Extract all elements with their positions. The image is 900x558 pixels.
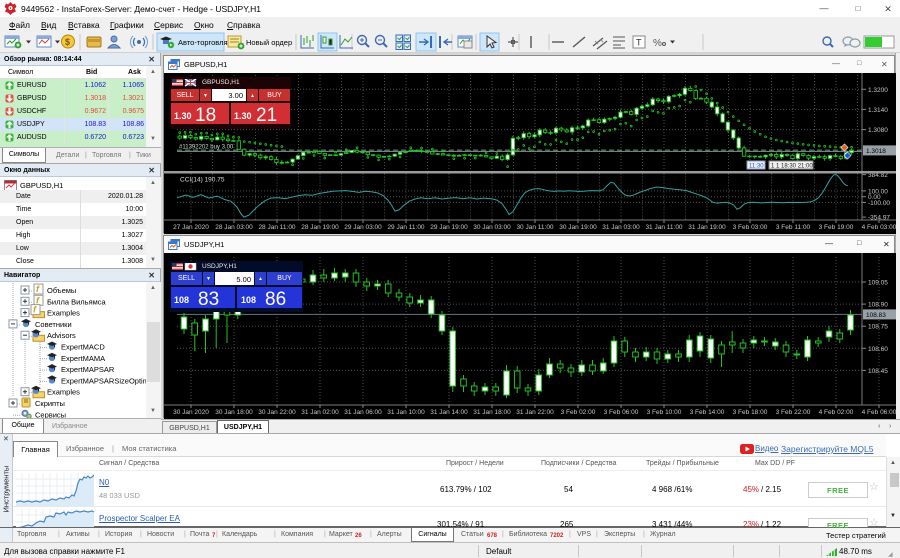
svg-text:-354.97: -354.97 xyxy=(868,215,890,222)
svg-text:109.05: 109.05 xyxy=(868,280,888,287)
svg-text:T: T xyxy=(636,38,642,48)
svg-text:30 Jan 2020: 30 Jan 2020 xyxy=(173,409,209,416)
svg-text:30 Jan 18:00: 30 Jan 18:00 xyxy=(215,409,253,416)
svg-text:4 Feb 02:00: 4 Feb 02:00 xyxy=(819,409,854,416)
svg-text:3 Feb 10:00: 3 Feb 10:00 xyxy=(647,409,682,416)
svg-text:Новый ордер: Новый ордер xyxy=(246,38,292,47)
svg-text:108.45: 108.45 xyxy=(868,368,888,375)
svg-text:3 Feb 02:00: 3 Feb 02:00 xyxy=(561,409,596,416)
svg-text:29 Jan 19:00: 29 Jan 19:00 xyxy=(430,224,468,231)
svg-text:29 Jan 03:00: 29 Jan 03:00 xyxy=(344,224,382,231)
svg-text:Авто-торговля: Авто-торговля xyxy=(178,38,228,47)
svg-text:Советники: Советники xyxy=(35,320,72,329)
svg-text:Advisors: Advisors xyxy=(47,331,76,340)
svg-text:Скрипты: Скрипты xyxy=(35,399,65,408)
svg-text:ExpertMAPSAR: ExpertMAPSAR xyxy=(61,365,115,374)
svg-text:11:30: 11:30 xyxy=(749,164,764,170)
svg-text:1 1 18:30 21:00: 1 1 18:30 21:00 xyxy=(771,164,813,170)
svg-text:3 Feb 18:00: 3 Feb 18:00 xyxy=(733,409,768,416)
svg-text:30 Jan 22:00: 30 Jan 22:00 xyxy=(258,409,296,416)
svg-text:31 Jan 06:00: 31 Jan 06:00 xyxy=(344,409,382,416)
svg-text:Examples: Examples xyxy=(47,309,80,318)
svg-text:Билла Вильямса: Билла Вильямса xyxy=(47,297,107,306)
svg-text:28 Jan 11:00: 28 Jan 11:00 xyxy=(258,224,295,231)
svg-text:30 Jan 03:00: 30 Jan 03:00 xyxy=(473,224,511,231)
svg-text:31 Jan 22:00: 31 Jan 22:00 xyxy=(516,409,554,416)
svg-text:31 Jan 10:00: 31 Jan 10:00 xyxy=(387,409,425,416)
svg-text:3 Feb 14:00: 3 Feb 14:00 xyxy=(690,409,725,416)
svg-text:31 Jan 02:00: 31 Jan 02:00 xyxy=(301,409,339,416)
svg-text:3 Feb 19:00: 3 Feb 19:00 xyxy=(819,224,854,231)
svg-text:29 Jan 11:00: 29 Jan 11:00 xyxy=(387,224,424,231)
svg-text:1.3140: 1.3140 xyxy=(868,107,888,114)
svg-text:108.83: 108.83 xyxy=(866,312,886,319)
svg-text:31 Jan 14:00: 31 Jan 14:00 xyxy=(430,409,468,416)
svg-text:ExpertMACD: ExpertMACD xyxy=(61,343,105,352)
svg-text:Examples: Examples xyxy=(47,388,80,397)
svg-text:3 Feb 03:00: 3 Feb 03:00 xyxy=(733,224,768,231)
svg-text:3 Feb 22:00: 3 Feb 22:00 xyxy=(776,409,811,416)
svg-text:3 Feb 11:00: 3 Feb 11:00 xyxy=(776,224,811,231)
svg-text:Объемы: Объемы xyxy=(47,286,76,295)
svg-text:27 Jan 2020: 27 Jan 2020 xyxy=(173,224,209,231)
svg-text:31 Jan 11:00: 31 Jan 11:00 xyxy=(645,224,682,231)
svg-text:3 Feb 06:00: 3 Feb 06:00 xyxy=(604,409,639,416)
svg-text:30 Jan 19:00: 30 Jan 19:00 xyxy=(559,224,597,231)
svg-text:$: $ xyxy=(65,37,70,47)
svg-text:ExpertMAPSARSizeOptim: ExpertMAPSARSizeOptim xyxy=(61,376,148,385)
svg-text:-100.00: -100.00 xyxy=(868,200,890,207)
svg-text:%: % xyxy=(653,38,662,49)
svg-text:28 Jan 19:00: 28 Jan 19:00 xyxy=(301,224,339,231)
svg-text:31 Jan 19:00: 31 Jan 19:00 xyxy=(688,224,726,231)
svg-text:#11392202 buy 3.00: #11392202 buy 3.00 xyxy=(179,144,234,150)
svg-text:108.90: 108.90 xyxy=(868,302,888,309)
svg-text:28 Jan 03:00: 28 Jan 03:00 xyxy=(215,224,253,231)
svg-text:4 Feb 03:00: 4 Feb 03:00 xyxy=(862,224,896,231)
svg-text:ExpertMAMA: ExpertMAMA xyxy=(61,354,105,363)
svg-text:30 Jan 11:00: 30 Jan 11:00 xyxy=(516,224,553,231)
svg-text:1.3080: 1.3080 xyxy=(868,127,888,134)
svg-text:108.75: 108.75 xyxy=(868,324,888,331)
svg-text:4 Feb 06:00: 4 Feb 06:00 xyxy=(862,409,896,416)
svg-text:31 Jan 18:00: 31 Jan 18:00 xyxy=(473,409,511,416)
svg-text:1.3200: 1.3200 xyxy=(868,87,888,94)
svg-text:1.3018: 1.3018 xyxy=(866,148,886,155)
svg-text:CCI(14) 190.75: CCI(14) 190.75 xyxy=(180,177,225,184)
svg-text:31 Jan 03:00: 31 Jan 03:00 xyxy=(602,224,640,231)
svg-text:108.60: 108.60 xyxy=(868,346,888,353)
